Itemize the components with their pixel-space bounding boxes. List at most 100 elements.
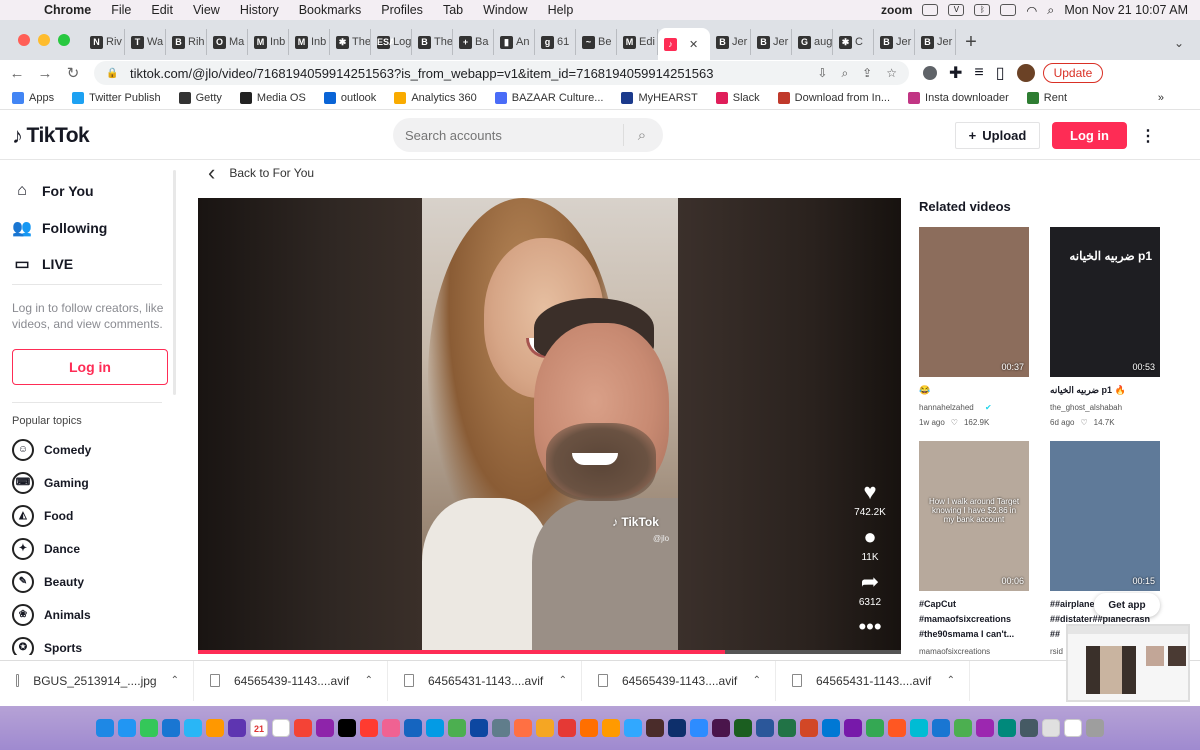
queue-icon[interactable]: ≡: [974, 64, 983, 82]
dock-app-icon[interactable]: [470, 719, 488, 737]
chevron-up-icon[interactable]: ⌃: [559, 675, 567, 686]
dock-app-icon[interactable]: [316, 719, 334, 737]
menu-tab[interactable]: Tab: [433, 3, 473, 17]
dock-app-icon[interactable]: [734, 719, 752, 737]
bookmark-item[interactable]: Media OS: [239, 91, 306, 104]
dock-app-icon[interactable]: [162, 719, 180, 737]
sidebar-login-button[interactable]: Log in: [12, 349, 168, 385]
reload-icon[interactable]: ↻: [62, 64, 84, 82]
browser-tab[interactable]: B Jer: [710, 29, 751, 55]
related-video-thumbnail[interactable]: 00:15: [1050, 441, 1160, 591]
related-video-thumbnail[interactable]: ضربيه الخيانه p1 00:53: [1050, 227, 1160, 377]
menu-edit[interactable]: Edit: [141, 3, 183, 17]
extension-icon[interactable]: [923, 66, 937, 80]
video-frame[interactable]: [422, 198, 678, 651]
profile-avatar[interactable]: [1016, 64, 1035, 82]
dock-app-icon[interactable]: [998, 719, 1016, 737]
related-video-author[interactable]: the_ghost_alshabah: [1050, 403, 1122, 412]
dock-app-icon[interactable]: [448, 719, 466, 737]
dock-app-icon[interactable]: [910, 719, 928, 737]
chevron-up-icon[interactable]: ⌃: [171, 675, 179, 686]
dock-app-icon[interactable]: [756, 719, 774, 737]
share-button[interactable]: ➦ 6312: [850, 571, 890, 609]
related-video-caption[interactable]: #CapCut #mamaofsixcreations #the90smama …: [919, 597, 1031, 642]
dock-app-icon[interactable]: [272, 719, 290, 737]
dock-app-icon[interactable]: [646, 719, 664, 737]
update-button[interactable]: Update: [1042, 63, 1104, 83]
dock-app-icon[interactable]: [338, 719, 356, 737]
screenshot-thumbnail[interactable]: [1066, 624, 1190, 702]
download-item[interactable]: 64565439-1143....avif ⌃: [194, 660, 388, 701]
search-icon[interactable]: ⌕: [624, 127, 660, 144]
tab-search-chevron-icon[interactable]: ⌄: [1174, 36, 1184, 50]
dock-app-icon[interactable]: [140, 719, 158, 737]
browser-tab[interactable]: + Ba: [453, 29, 494, 55]
puzzle-icon[interactable]: ✚: [949, 63, 962, 83]
download-item[interactable]: 64565439-1143....avif ⌃: [582, 660, 776, 701]
dock-app-icon[interactable]: [492, 719, 510, 737]
browser-tab[interactable]: M Inb: [248, 29, 289, 55]
back-to-for-you-link[interactable]: ‹ Back to For You: [208, 160, 314, 186]
get-app-button[interactable]: Get app: [1094, 593, 1160, 617]
dock-app-icon[interactable]: [580, 719, 598, 737]
browser-tab[interactable]: M Edi: [617, 29, 658, 55]
browser-tab[interactable]: ▮ An: [494, 29, 535, 55]
download-item[interactable]: BGUS_2513914_....jpg ⌃: [0, 660, 194, 701]
dock-app-icon[interactable]: [602, 719, 620, 737]
browser-tab[interactable]: ESA Log: [371, 29, 412, 55]
browser-tab[interactable]: T Wa: [125, 29, 166, 55]
dock-app-icon[interactable]: [1042, 719, 1060, 737]
bookmark-item[interactable]: Insta downloader: [908, 91, 1009, 104]
install-app-icon[interactable]: ⇩: [817, 66, 827, 81]
dock-app-icon[interactable]: [1064, 719, 1082, 737]
tiktok-logo[interactable]: ♪ TikTok: [12, 123, 90, 149]
related-video-caption[interactable]: ضربيه الخيانه p1 🔥: [1050, 383, 1162, 398]
battery-icon[interactable]: [1000, 4, 1017, 16]
related-video-author[interactable]: rsid: [1050, 647, 1063, 656]
dock-app-icon[interactable]: [536, 719, 554, 737]
bookmark-item[interactable]: Rent: [1026, 91, 1067, 104]
menu-view[interactable]: View: [183, 3, 230, 17]
comment-button[interactable]: ● 11K: [850, 526, 890, 564]
dock-app-icon[interactable]: [932, 719, 950, 737]
bluetooth-icon[interactable]: ᛒ: [974, 4, 991, 16]
header-login-button[interactable]: Log in: [1052, 122, 1127, 149]
related-video-author[interactable]: hannahelzahed: [919, 403, 974, 412]
dock-app-icon[interactable]: [800, 719, 818, 737]
vpn-status-icon[interactable]: V: [948, 4, 965, 16]
topic-food[interactable]: ◭ Food: [12, 505, 73, 527]
nav-live[interactable]: ▭ LIVE: [12, 254, 73, 274]
dock-app-icon[interactable]: [118, 719, 136, 737]
chevron-up-icon[interactable]: ⌃: [365, 675, 373, 686]
chevron-up-icon[interactable]: ⌃: [753, 675, 761, 686]
dock-app-icon[interactable]: [690, 719, 708, 737]
browser-tab[interactable]: N Riv: [84, 29, 125, 55]
search-input[interactable]: [405, 127, 615, 143]
topic-dance[interactable]: ✦ Dance: [12, 538, 80, 560]
topic-sports[interactable]: ✪ Sports: [12, 637, 82, 655]
browser-tab[interactable]: M Inb: [289, 29, 330, 55]
video-player[interactable]: ♪ TikTok @jlo ♥ 742.2K ● 11K ➦ 6312 •••: [198, 198, 901, 651]
browser-tab[interactable]: B Jer: [874, 29, 915, 55]
nav-for-you[interactable]: ⌂ For You: [12, 182, 93, 200]
related-video-author[interactable]: mamaofsixcreations: [919, 647, 990, 656]
zoom-icon[interactable]: ⌕: [841, 66, 848, 81]
like-button[interactable]: ♥ 742.2K: [850, 481, 890, 519]
wifi-icon[interactable]: ◠: [1026, 3, 1037, 18]
dock-app-icon[interactable]: [206, 719, 224, 737]
close-window-button[interactable]: [18, 34, 30, 46]
dock-app-icon[interactable]: [668, 719, 686, 737]
upload-button[interactable]: + Upload: [955, 122, 1040, 149]
browser-tab[interactable]: g 61: [535, 29, 576, 55]
dock-app-icon[interactable]: [778, 719, 796, 737]
close-tab-icon[interactable]: ✕: [689, 38, 698, 51]
video-progress-bar[interactable]: [198, 650, 901, 654]
dock-app-icon[interactable]: [558, 719, 576, 737]
browser-tab[interactable]: ~ Be: [576, 29, 617, 55]
browser-tab[interactable]: ♪ ✕: [658, 28, 710, 60]
topic-beauty[interactable]: ✎ Beauty: [12, 571, 84, 593]
dock-app-icon[interactable]: [866, 719, 884, 737]
dock-app-icon[interactable]: [514, 719, 532, 737]
more-options-icon[interactable]: ⋮: [1140, 126, 1156, 146]
back-arrow-icon[interactable]: ←: [6, 65, 28, 82]
